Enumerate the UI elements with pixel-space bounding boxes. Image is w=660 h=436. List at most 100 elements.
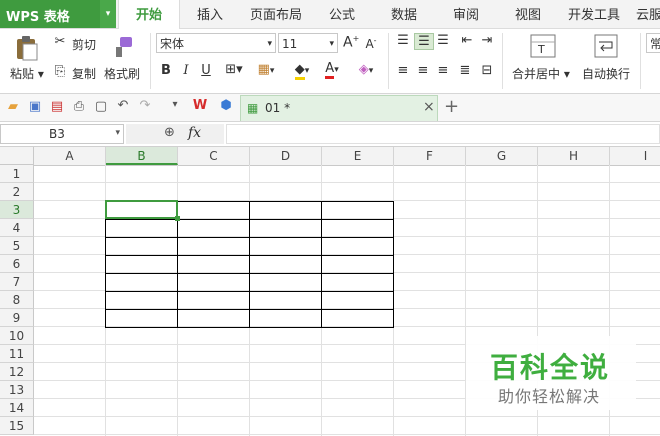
row-header-1[interactable]: 1	[0, 165, 34, 183]
row-header-9[interactable]: 9	[0, 309, 34, 327]
table-border-horizontal	[106, 291, 394, 292]
print-preview-icon[interactable]: ▢	[92, 99, 110, 114]
export-pdf-icon[interactable]: ▤	[48, 99, 66, 114]
row-header-15[interactable]: 15	[0, 417, 34, 435]
tab-insert[interactable]: 插入	[186, 0, 234, 28]
tab-developer[interactable]: 开发工具	[566, 0, 622, 28]
zoom-search-icon[interactable]: ⊕	[164, 125, 175, 140]
number-format-select[interactable]: 常	[646, 33, 660, 53]
baike-watermark: 百科全说 助你轻松解决	[466, 336, 636, 410]
active-cell-B3[interactable]	[105, 200, 178, 219]
fill-pattern-icon[interactable]: ▦▾	[252, 62, 280, 77]
ribbon: 粘贴 ▾ ✂ 剪切 ⎘ 复制 格式刷 宋体 ▾ 11 ▾ A+ A- B I U ⊞…	[0, 29, 660, 94]
row-header-13[interactable]: 13	[0, 381, 34, 399]
save-icon[interactable]: ▣	[26, 99, 44, 114]
increase-indent-icon[interactable]: ⇥	[478, 33, 496, 48]
row-header-4[interactable]: 4	[0, 219, 34, 237]
cut-button[interactable]: 剪切	[72, 36, 96, 53]
wps-app-button[interactable]: WPS 表格 ▾	[0, 0, 116, 28]
row-header-10[interactable]: 10	[0, 327, 34, 345]
wrap-text-button[interactable]: 自动换行	[582, 65, 630, 82]
tab-review[interactable]: 审阅	[444, 0, 488, 28]
close-tab-icon[interactable]: ×	[423, 99, 435, 115]
column-header-f[interactable]: F	[394, 147, 466, 165]
align-center-icon[interactable]: ≡	[414, 63, 432, 78]
column-header-h[interactable]: H	[538, 147, 610, 165]
redo-icon[interactable]: ↷	[136, 98, 154, 113]
paste-button[interactable]: 粘贴 ▾	[10, 65, 44, 82]
column-header-e[interactable]: E	[322, 147, 394, 165]
document-tab[interactable]: ▦ 01 * ×	[240, 95, 438, 121]
copy-icon: ⎘	[54, 64, 66, 79]
function-icon[interactable]: fx	[188, 125, 201, 141]
column-header-i[interactable]: I	[610, 147, 660, 165]
row-header-5[interactable]: 5	[0, 237, 34, 255]
new-tab-icon[interactable]: +	[444, 96, 459, 117]
merge-center-label: 合并居中	[512, 67, 561, 81]
watermark-title: 百科全说	[490, 351, 611, 384]
font-color-icon[interactable]: A▾	[318, 61, 346, 79]
wps-logo-icon[interactable]: W	[190, 98, 210, 113]
row-header-7[interactable]: 7	[0, 273, 34, 291]
cloud-cube-icon[interactable]: ⬢	[216, 98, 236, 113]
borders-icon[interactable]: ⊞▾	[222, 62, 246, 77]
fill-color-icon[interactable]: ◆▾	[288, 62, 316, 80]
align-right-icon[interactable]: ≡	[434, 63, 452, 78]
row-header-2[interactable]: 2	[0, 183, 34, 201]
tab-view[interactable]: 视图	[506, 0, 550, 28]
row-header-6[interactable]: 6	[0, 255, 34, 273]
copy-button[interactable]: 复制	[72, 65, 96, 82]
paste-icon[interactable]	[14, 35, 40, 61]
italic-icon[interactable]: I	[178, 63, 194, 78]
font-name-select[interactable]: 宋体 ▾	[156, 33, 276, 53]
tab-formulas[interactable]: 公式	[320, 0, 364, 28]
underline-icon[interactable]: U	[198, 63, 214, 78]
font-size-select[interactable]: 11 ▾	[278, 33, 338, 53]
tab-home[interactable]: 开始	[118, 0, 180, 29]
row-header-12[interactable]: 12	[0, 363, 34, 381]
cell-reference: B3	[49, 127, 65, 141]
align-left-icon[interactable]: ≡	[394, 63, 412, 78]
name-box[interactable]: B3 ▾	[0, 124, 124, 144]
shrink-font-icon[interactable]: A-	[363, 36, 379, 51]
merge-center-button[interactable]: 合并居中 ▾	[512, 65, 570, 82]
justify-icon[interactable]: ≣	[456, 63, 474, 78]
format-painter-button[interactable]: 格式刷	[104, 65, 140, 82]
column-header-b[interactable]: B	[106, 147, 178, 165]
row-header-11[interactable]: 11	[0, 345, 34, 363]
align-top-icon[interactable]: ☰	[394, 33, 412, 48]
grid-row-line	[34, 434, 660, 435]
column-header-a[interactable]: A	[34, 147, 106, 165]
column-header-c[interactable]: C	[178, 147, 250, 165]
column-header-d[interactable]: D	[250, 147, 322, 165]
customize-toolbar-icon[interactable]: ▾	[166, 99, 184, 110]
grid-row-line	[34, 416, 660, 417]
format-painter-icon[interactable]	[110, 35, 136, 61]
table-border-horizontal	[106, 219, 394, 220]
row-header-8[interactable]: 8	[0, 291, 34, 309]
undo-icon[interactable]: ↶	[114, 98, 132, 113]
wrap-text-icon[interactable]	[594, 34, 618, 58]
formula-input[interactable]	[226, 124, 660, 144]
app-menu-arrow[interactable]: ▾	[100, 0, 116, 28]
align-middle-icon[interactable]: ☰	[414, 33, 434, 50]
scissors-icon: ✂	[54, 34, 66, 49]
column-header-g[interactable]: G	[466, 147, 538, 165]
tab-cloud[interactable]: 云服	[636, 0, 660, 28]
tab-data[interactable]: 数据	[382, 0, 426, 28]
clear-format-icon[interactable]: ◈▾	[352, 62, 380, 77]
select-all-corner[interactable]	[0, 147, 34, 165]
bold-icon[interactable]: B	[158, 63, 174, 78]
decrease-indent-icon[interactable]: ⇤	[458, 33, 476, 48]
row-header-3[interactable]: 3	[0, 201, 34, 219]
tab-page-layout[interactable]: 页面布局	[244, 0, 308, 28]
merge-center-icon[interactable]: T	[530, 34, 556, 58]
document-name: 01 *	[265, 101, 291, 115]
row-header-14[interactable]: 14	[0, 399, 34, 417]
open-folder-icon[interactable]: ▰	[4, 99, 22, 114]
print-icon[interactable]: ⎙	[70, 99, 88, 114]
fill-handle[interactable]	[175, 216, 180, 221]
distribute-icon[interactable]: ⊟	[476, 63, 498, 78]
align-bottom-icon[interactable]: ☰	[434, 33, 452, 48]
grow-font-icon[interactable]: A+	[343, 34, 359, 51]
